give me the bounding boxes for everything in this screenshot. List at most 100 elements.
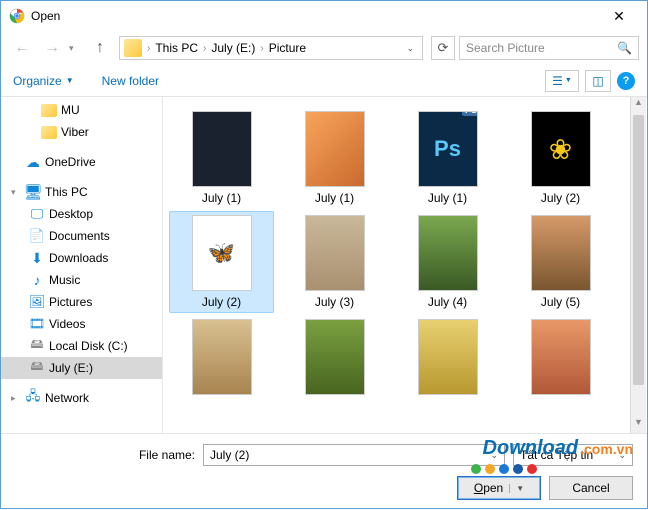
open-split-dropdown[interactable]: ▼ bbox=[509, 484, 524, 493]
chevron-right-icon[interactable]: › bbox=[202, 43, 207, 54]
recent-locations-button[interactable]: ▾ bbox=[69, 43, 83, 54]
sidebar-item-this-pc[interactable]: ▾🖥This PC bbox=[1, 181, 162, 203]
scroll-thumb[interactable] bbox=[633, 115, 644, 385]
sidebar-item-label: Videos bbox=[49, 317, 85, 331]
file-label: July (3) bbox=[315, 295, 354, 309]
thumbnail-image: 🦋 bbox=[192, 215, 252, 291]
forward-button[interactable]: → bbox=[39, 35, 65, 61]
navbar: ← → ▾ ↑ › This PC › July (E:) › Picture … bbox=[1, 31, 647, 65]
disk-icon: 🖴 bbox=[29, 338, 45, 354]
address-dropdown[interactable]: ⌄ bbox=[402, 43, 418, 54]
scrollbar[interactable]: ▲ ▼ bbox=[630, 97, 646, 433]
thumbnail-image bbox=[531, 111, 591, 187]
desktop-icon: 🖵 bbox=[29, 206, 45, 222]
sidebar-item-music[interactable]: ♪Music bbox=[1, 269, 162, 291]
cancel-button[interactable]: Cancel bbox=[549, 476, 633, 500]
address-bar[interactable]: › This PC › July (E:) › Picture ⌄ bbox=[119, 36, 423, 60]
search-icon: 🔍 bbox=[617, 41, 632, 55]
thumbnail-image bbox=[192, 111, 252, 187]
new-folder-button[interactable]: New folder bbox=[102, 74, 159, 88]
sidebar-item-label: Documents bbox=[49, 229, 110, 243]
sidebar-item-mu[interactable]: MU bbox=[1, 99, 162, 121]
bottom-panel: File name: July (2) ⌄ Tất cả Tệp tin ⌄ O… bbox=[1, 433, 647, 510]
thispc-icon: 🖥 bbox=[25, 184, 41, 200]
sidebar-item-label: Desktop bbox=[49, 207, 93, 221]
sidebar-item-label: OneDrive bbox=[45, 155, 96, 169]
file-label: July (4) bbox=[428, 295, 467, 309]
file-label: July (2) bbox=[541, 191, 580, 205]
filetype-select[interactable]: Tất cả Tệp tin ⌄ bbox=[513, 444, 633, 466]
sidebar-item-label: July (E:) bbox=[49, 361, 93, 375]
sidebar-item-pictures[interactable]: 🖼Pictures bbox=[1, 291, 162, 313]
sidebar-item-desktop[interactable]: 🖵 Desktop bbox=[1, 203, 162, 225]
disk-icon: 🖴 bbox=[29, 360, 45, 376]
thumbnail-image: PSDPs bbox=[418, 111, 478, 187]
videos-icon: 🎞 bbox=[29, 316, 45, 332]
sidebar-item-label: Pictures bbox=[49, 295, 92, 309]
file-thumbnail[interactable] bbox=[169, 315, 274, 403]
organize-button[interactable]: Organize ▼ bbox=[13, 74, 74, 88]
file-thumbnail[interactable]: July (3) bbox=[282, 211, 387, 313]
help-button[interactable]: ? bbox=[617, 72, 635, 90]
file-label: July (1) bbox=[428, 191, 467, 205]
file-thumbnail[interactable] bbox=[282, 315, 387, 403]
down-icon: ⬇ bbox=[29, 250, 45, 266]
breadcrumb[interactable]: July (E:) bbox=[209, 41, 257, 55]
thumbnail-image bbox=[305, 111, 365, 187]
sidebar-item-viber[interactable]: Viber bbox=[1, 121, 162, 143]
breadcrumb[interactable]: This PC bbox=[153, 41, 200, 55]
sidebar-item-label: MU bbox=[61, 103, 80, 117]
thumbnail-image bbox=[305, 215, 365, 291]
change-view-button[interactable]: ☰ ▼ bbox=[545, 70, 579, 92]
scroll-down-button[interactable]: ▼ bbox=[631, 417, 646, 433]
filename-input[interactable]: July (2) ⌄ bbox=[203, 444, 505, 466]
chevron-right-icon[interactable]: › bbox=[146, 43, 151, 54]
sidebar-item-label: Viber bbox=[61, 125, 89, 139]
onedrive-icon: ☁ bbox=[25, 154, 41, 170]
thumbnail-image bbox=[192, 319, 252, 395]
file-grid[interactable]: July (1) July (1) PSDPs July (1) July (2) 🦋 Ju… bbox=[163, 97, 647, 433]
chevron-down-icon[interactable]: ⌄ bbox=[618, 450, 626, 461]
chevron-down-icon[interactable]: ⌄ bbox=[490, 450, 498, 461]
sidebar-item-label: Downloads bbox=[49, 251, 108, 265]
file-thumbnail[interactable] bbox=[508, 315, 613, 403]
open-button[interactable]: Open ▼ bbox=[457, 476, 541, 500]
refresh-button[interactable]: ⟳ bbox=[431, 36, 455, 60]
expand-icon[interactable]: ▸ bbox=[11, 393, 21, 404]
file-thumbnail[interactable]: July (1) bbox=[169, 107, 274, 209]
back-button[interactable]: ← bbox=[9, 35, 35, 61]
filename-label: File name: bbox=[15, 448, 195, 462]
main-area: MUViber☁OneDrive▾🖥This PC🖵Desktop📄Docume… bbox=[1, 97, 647, 433]
sidebar-item-label: Local Disk (C:) bbox=[49, 339, 128, 353]
sidebar-item-network[interactable]: ▸🖧Network bbox=[1, 387, 162, 409]
chevron-down-icon: ▼ bbox=[66, 76, 74, 85]
sidebar-item-onedrive[interactable]: ☁ OneDrive bbox=[1, 151, 162, 173]
chrome-icon bbox=[9, 8, 25, 24]
file-thumbnail[interactable]: 🦋 July (2) bbox=[169, 211, 274, 313]
breadcrumb[interactable]: Picture bbox=[267, 41, 308, 55]
scroll-up-button[interactable]: ▲ bbox=[631, 97, 646, 113]
file-thumbnail[interactable] bbox=[395, 315, 500, 403]
file-thumbnail[interactable]: PSDPs July (1) bbox=[395, 107, 500, 209]
folder-icon bbox=[41, 102, 57, 118]
up-button[interactable]: ↑ bbox=[89, 35, 111, 61]
file-thumbnail[interactable]: July (4) bbox=[395, 211, 500, 313]
sidebar-item-downloads[interactable]: ⬇ Downloads bbox=[1, 247, 162, 269]
preview-pane-button[interactable]: ◫ bbox=[585, 70, 611, 92]
close-button[interactable]: ✕ bbox=[599, 8, 639, 25]
file-label: July (2) bbox=[202, 295, 241, 309]
sidebar-item-local-disk-c-[interactable]: 🖴 Local Disk (C:) bbox=[1, 335, 162, 357]
sidebar-item-documents[interactable]: 📄Documents bbox=[1, 225, 162, 247]
file-label: July (1) bbox=[315, 191, 354, 205]
sidebar-item-july-e-[interactable]: 🖴 July (E:) bbox=[1, 357, 162, 379]
file-thumbnail[interactable]: July (2) bbox=[508, 107, 613, 209]
file-thumbnail[interactable]: July (1) bbox=[282, 107, 387, 209]
file-label: July (1) bbox=[202, 191, 241, 205]
thumbnail-image bbox=[531, 319, 591, 395]
search-input[interactable]: Search Picture 🔍 bbox=[459, 36, 639, 60]
sidebar-item-label: Music bbox=[49, 273, 80, 287]
chevron-right-icon[interactable]: › bbox=[259, 43, 264, 54]
sidebar-item-videos[interactable]: 🎞 Videos bbox=[1, 313, 162, 335]
expand-icon[interactable]: ▾ bbox=[11, 187, 21, 198]
file-thumbnail[interactable]: July (5) bbox=[508, 211, 613, 313]
